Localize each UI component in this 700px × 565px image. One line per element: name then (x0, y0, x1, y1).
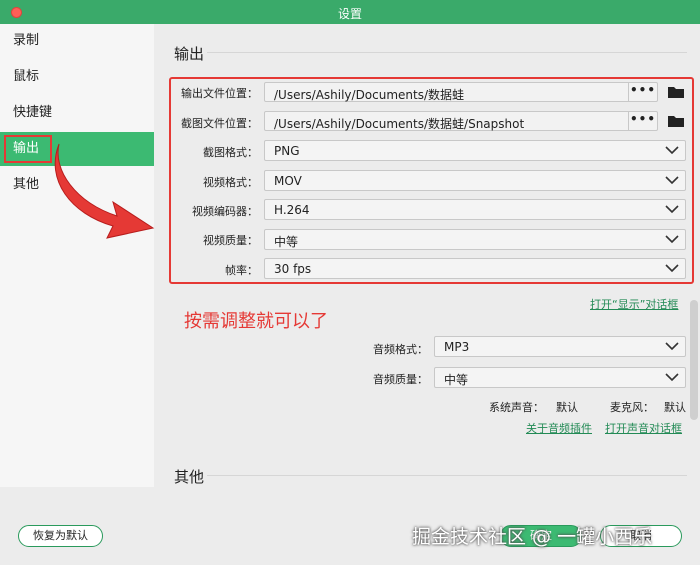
other-section-title: 其他 (174, 468, 205, 486)
output-section-title: 输出 (174, 45, 205, 63)
audio-format-value: MP3 (444, 340, 470, 354)
open-display-dialog-link[interactable]: 打开“显示”对话框 (590, 296, 678, 312)
arrow-icon (54, 143, 155, 239)
microphone-label: 麦克风： (610, 401, 654, 414)
system-sound-label: 系统声音： (489, 401, 544, 414)
open-sound-dialog-link[interactable]: 打开声音对话框 (605, 420, 682, 436)
sidebar-item-shortcuts[interactable]: 快捷键 (0, 96, 154, 130)
sidebar-item-mouse[interactable]: 鼠标 (0, 60, 154, 94)
sidebar-item-record[interactable]: 录制 (0, 24, 154, 58)
section-divider (207, 52, 687, 53)
system-sound-value: 默认 (556, 401, 578, 414)
watermark: 掘金技术社区 @ 一罐小西乐 (412, 526, 653, 548)
microphone-value: 默认 (664, 401, 686, 414)
section-divider (207, 475, 687, 476)
title-bar: 设置 (0, 0, 700, 24)
window-title: 设置 (337, 7, 362, 21)
scrollbar[interactable] (690, 300, 698, 420)
audio-quality-select[interactable]: 中等 (434, 367, 686, 388)
audio-quality-value: 中等 (444, 373, 469, 387)
chevron-down-icon (665, 342, 679, 351)
audio-format-label: 音频格式： (373, 343, 428, 356)
about-audio-plugin-link[interactable]: 关于音频插件 (526, 420, 592, 436)
sidebar: 录制 鼠标 快捷键 输出 其他 (0, 24, 154, 565)
chevron-down-icon (665, 373, 679, 382)
annotation-text: 按需调整就可以了 (184, 311, 328, 332)
audio-format-select[interactable]: MP3 (434, 336, 686, 357)
reset-defaults-button[interactable]: 恢复为默认 (18, 525, 103, 547)
highlight-frame (169, 77, 694, 284)
audio-quality-label: 音频质量： (373, 373, 428, 386)
